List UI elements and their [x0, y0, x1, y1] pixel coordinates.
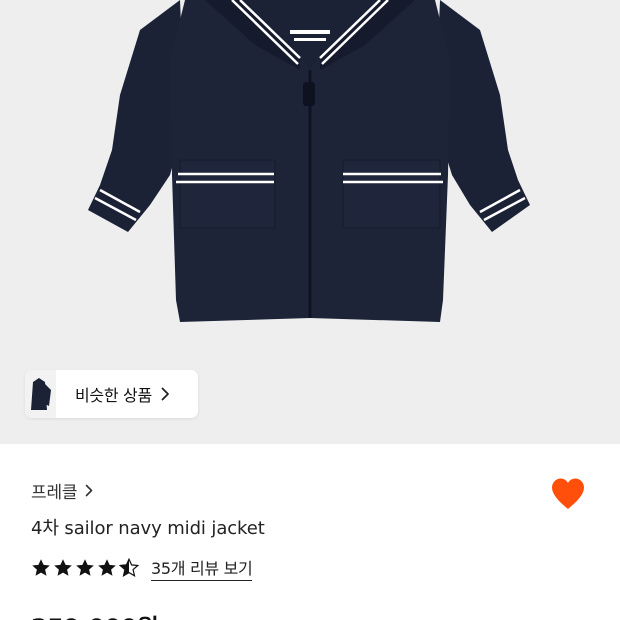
product-price: 259,000원 [31, 608, 159, 620]
star-icon [54, 559, 72, 576]
brand-name: 프레클 [31, 483, 78, 503]
star-icon [98, 559, 116, 576]
similar-product-thumbnail [25, 370, 56, 418]
star-icon [76, 559, 94, 576]
chevron-right-icon [161, 387, 170, 401]
rating-row: 35개 리뷰 보기 [31, 555, 253, 581]
rating-stars [31, 558, 141, 578]
star-icon [32, 559, 50, 576]
wishlist-button[interactable] [549, 475, 587, 513]
similar-products-label: 비슷한 상품 [75, 386, 152, 405]
heart-icon [552, 478, 584, 509]
product-info: 프레클 4차 sailor navy midi jacket 35개 리뷰 보기… [0, 444, 620, 620]
brand-link[interactable]: 프레클 [31, 478, 93, 503]
chevron-right-icon [85, 484, 93, 497]
similar-products-button[interactable]: 비슷한 상품 [25, 370, 198, 418]
star-half-icon [119, 558, 139, 578]
review-link[interactable]: 35개 리뷰 보기 [151, 555, 253, 581]
product-title: 4차 sailor navy midi jacket [31, 518, 265, 539]
product-image-area[interactable]: 비슷한 상품 [0, 0, 620, 444]
